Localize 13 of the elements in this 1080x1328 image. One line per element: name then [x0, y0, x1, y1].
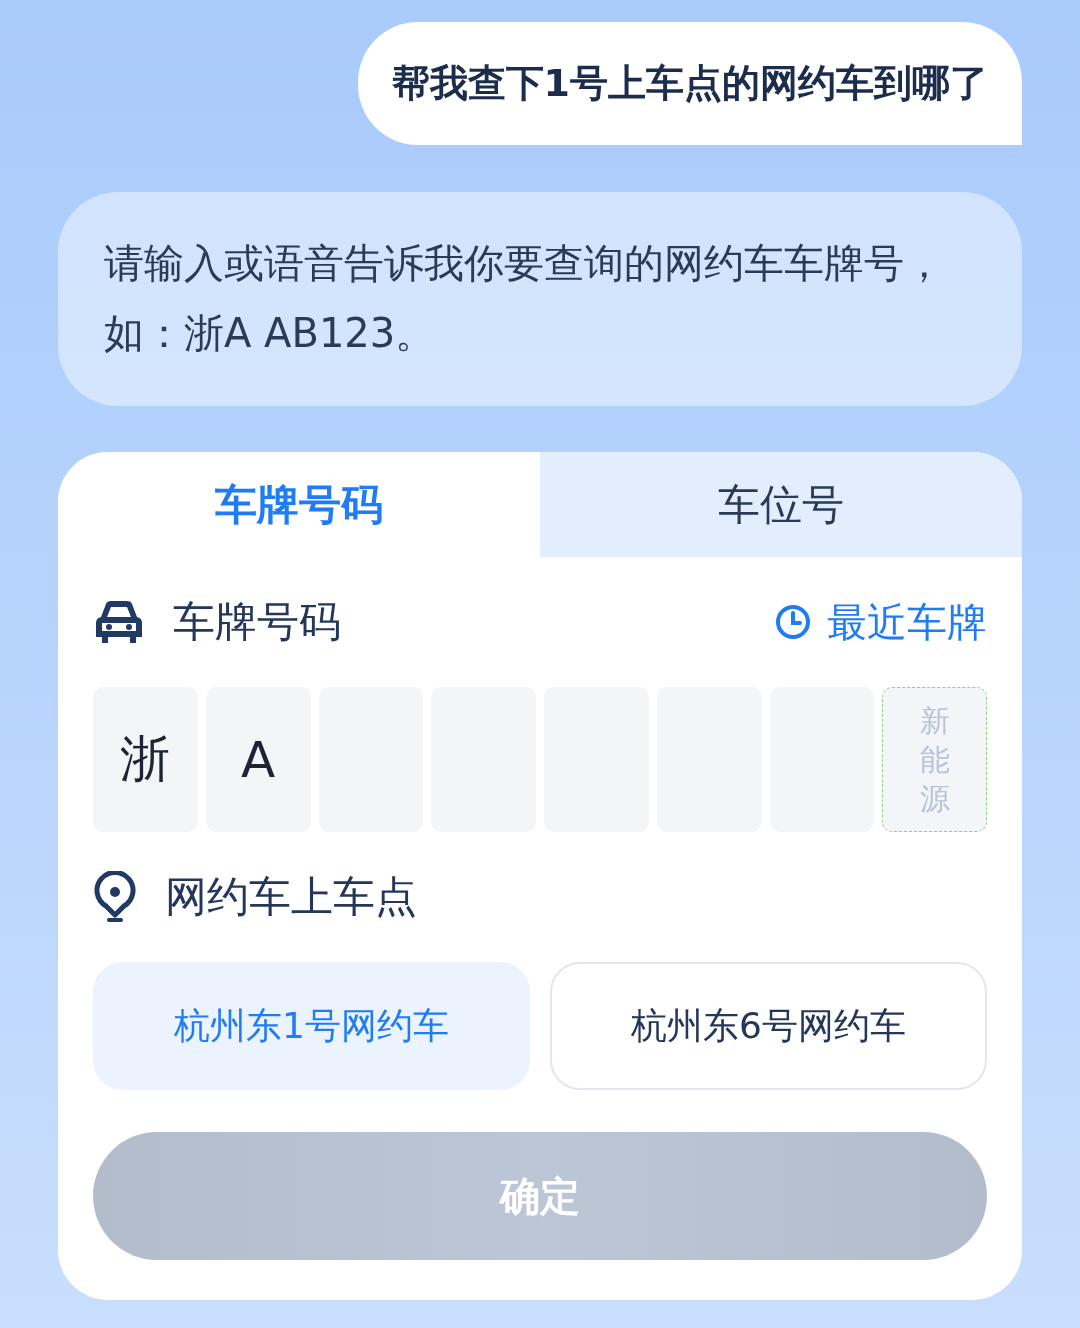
assistant-message: 请输入或语音告诉我你要查询的网约车车牌号，如：浙A AB123。 — [58, 192, 1022, 406]
section-label: 车牌号码 — [173, 596, 342, 648]
recent-plates-link[interactable]: 最近车牌 — [775, 594, 987, 650]
pickup-option[interactable]: 杭州东6号网约车 — [550, 962, 987, 1090]
clock-icon — [775, 604, 811, 640]
car-icon — [93, 599, 145, 645]
pickup-option[interactable]: 杭州东1号网约车 — [93, 962, 530, 1090]
plate-char-cell[interactable]: 浙 — [93, 687, 198, 832]
plate-char-cell[interactable]: A — [205, 687, 311, 832]
section-label: 网约车上车点 — [165, 871, 418, 923]
user-message: 帮我查下1号上车点的网约车到哪了 — [357, 22, 1022, 145]
location-pin-icon — [93, 871, 137, 923]
tab[interactable]: 车位号 — [540, 452, 1022, 557]
